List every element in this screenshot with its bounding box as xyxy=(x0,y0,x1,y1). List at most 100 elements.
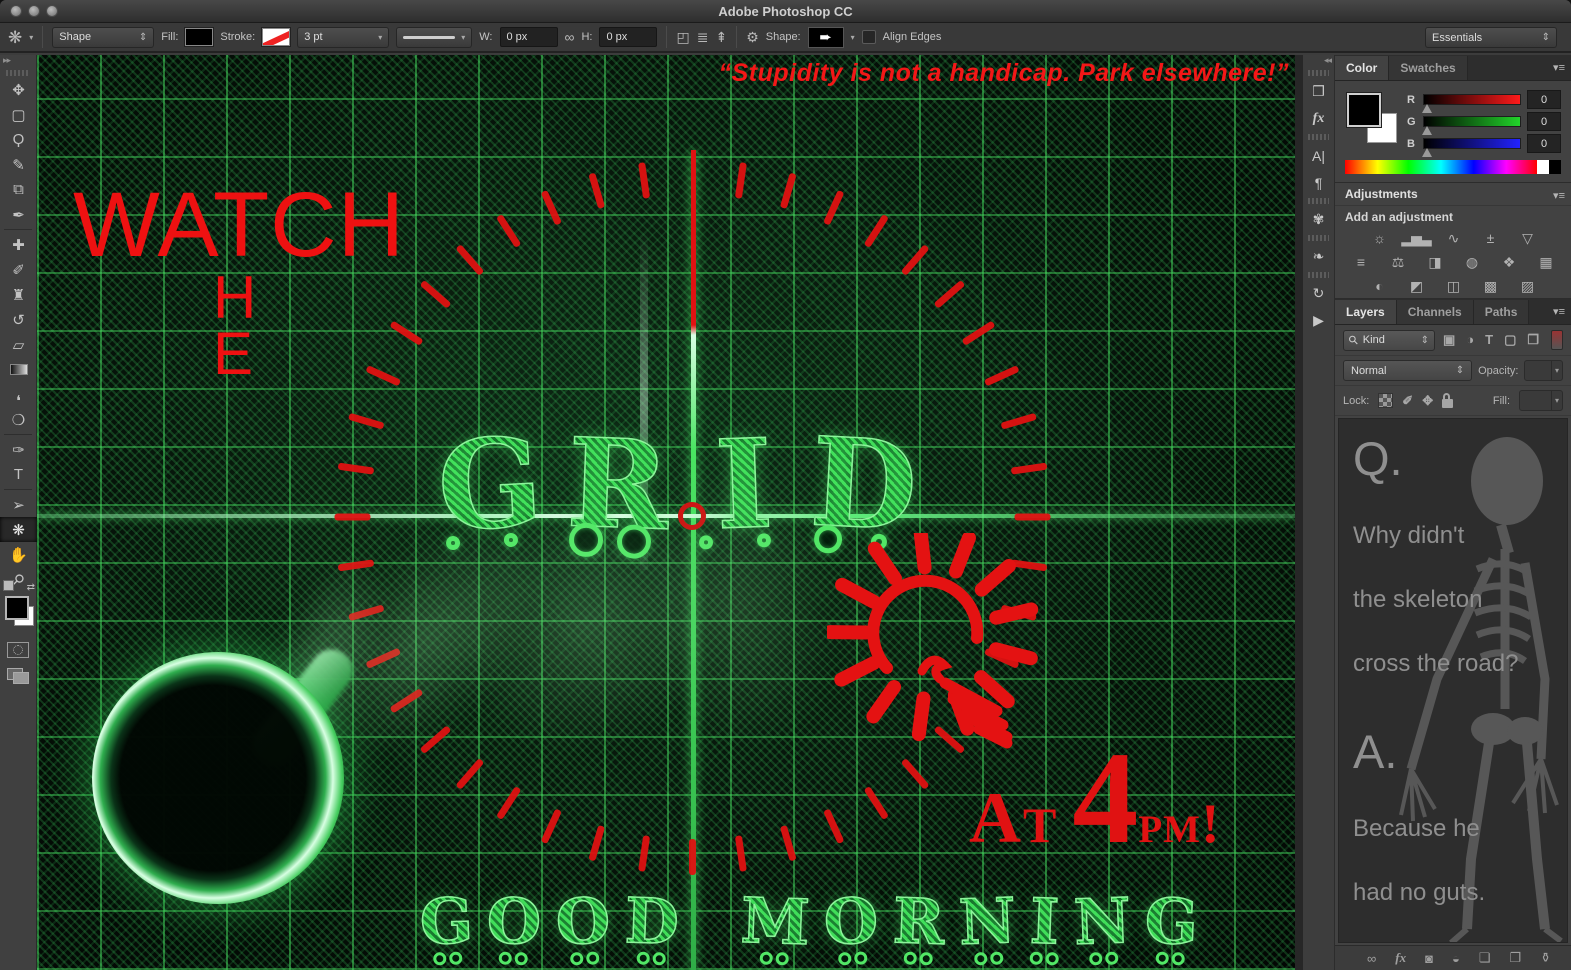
tab-layers[interactable]: Layers xyxy=(1335,300,1397,324)
tab-swatches[interactable]: Swatches xyxy=(1389,56,1468,80)
height-input[interactable]: 0 px xyxy=(599,27,658,47)
panel-menu-icon[interactable]: ▾≡ xyxy=(1553,61,1565,74)
properties-panel-icon[interactable]: ❒ xyxy=(1303,78,1334,105)
clone-stamp-tool[interactable]: ♜ xyxy=(0,282,37,307)
close-window-icon[interactable] xyxy=(10,5,22,17)
expand-panels-icon[interactable]: ◂◂ xyxy=(1303,55,1334,68)
panel-grip[interactable] xyxy=(1308,198,1329,204)
brush-panel-icon[interactable]: ✾ xyxy=(1303,206,1334,233)
color-spectrum-ramp[interactable] xyxy=(1345,160,1561,174)
channel-slider[interactable] xyxy=(1422,138,1521,157)
canvas[interactable]: G RI D “Stupidity is not a handicap. Park … xyxy=(37,55,1295,970)
color-balance-icon[interactable]: ⚖ xyxy=(1386,253,1410,271)
width-input[interactable]: 0 px xyxy=(499,27,558,47)
foreground-color-swatch[interactable] xyxy=(1347,93,1381,127)
channel-value[interactable]: 0 xyxy=(1527,90,1561,109)
channel-value[interactable]: 0 xyxy=(1527,112,1561,131)
filter-shape-layers-icon[interactable]: ▢ xyxy=(1504,332,1516,348)
quick-mask-button[interactable] xyxy=(7,642,29,658)
channel-slider[interactable] xyxy=(1422,116,1521,135)
invert-icon[interactable]: ◐ xyxy=(1367,277,1391,295)
delete-layer-icon[interactable]: ⚱ xyxy=(1540,950,1551,966)
stroke-style-select[interactable]: ▾ xyxy=(396,26,473,48)
layer-filter-toggle[interactable] xyxy=(1551,330,1563,350)
channel-mixer-icon[interactable]: ❖ xyxy=(1497,253,1521,271)
panel-grip[interactable] xyxy=(1308,134,1329,140)
channel-value[interactable]: 0 xyxy=(1527,134,1561,153)
gradient-map-icon[interactable]: ▩ xyxy=(1478,277,1502,295)
panel-menu-icon[interactable]: ▾≡ xyxy=(1553,189,1565,202)
tool-mode-select[interactable]: Shape ⇕ xyxy=(52,26,155,48)
lock-image-icon[interactable]: ✐ xyxy=(1402,393,1413,409)
blend-mode-select[interactable]: Normal ⇕ xyxy=(1343,360,1473,381)
channel-slider[interactable] xyxy=(1422,94,1521,113)
actions-panel-icon[interactable]: ▶ xyxy=(1303,307,1334,334)
hue-saturation-icon[interactable]: ≡ xyxy=(1349,253,1373,271)
fill-swatch[interactable] xyxy=(185,28,214,46)
rectangular-marquee-tool[interactable]: ▢ xyxy=(0,102,37,127)
pen-tool[interactable]: ✑ xyxy=(0,437,37,462)
shape-picker[interactable]: ➨ xyxy=(807,26,844,48)
adjustment-layer-icon[interactable]: ◒ xyxy=(1452,951,1460,966)
slider-thumb-icon[interactable] xyxy=(1422,104,1432,113)
history-brush-tool[interactable]: ↺ xyxy=(0,307,37,332)
blur-tool[interactable]: ❜ xyxy=(0,382,37,407)
layer-filter-kind-select[interactable]: ⚲ Kind ⇕ xyxy=(1343,329,1435,351)
filter-adjustment-layers-icon[interactable]: ◑ xyxy=(1466,332,1474,348)
clone-source-panel-icon[interactable]: ❧ xyxy=(1303,243,1334,270)
minimize-window-icon[interactable] xyxy=(28,5,40,17)
tab-paths[interactable]: Paths xyxy=(1473,300,1530,324)
slider-thumb-icon[interactable] xyxy=(1422,148,1432,157)
zoom-window-icon[interactable] xyxy=(46,5,58,17)
move-tool[interactable]: ✥ xyxy=(0,77,37,102)
new-group-icon[interactable]: ❏ xyxy=(1479,950,1491,966)
path-alignment-icon[interactable]: ≣ xyxy=(697,30,709,44)
color-lookup-icon[interactable]: ▦ xyxy=(1534,253,1558,271)
opacity-input[interactable]: ▾ xyxy=(1524,360,1563,381)
fill-input[interactable]: ▾ xyxy=(1519,390,1563,411)
lock-transparency-icon[interactable] xyxy=(1378,393,1394,408)
workspace-select[interactable]: Essentials ⇕ xyxy=(1425,27,1557,48)
character-panel-icon[interactable]: A| xyxy=(1303,142,1334,169)
stroke-swatch[interactable] xyxy=(262,28,291,46)
panel-grip[interactable] xyxy=(6,70,30,76)
swap-colors-icon[interactable]: ⇄ xyxy=(27,582,35,593)
type-tool[interactable]: T xyxy=(0,462,37,487)
tool-preset-arrow-icon[interactable]: ▾ xyxy=(29,33,33,42)
tool-preset-icon[interactable]: ❋ xyxy=(8,29,22,46)
lock-all-icon[interactable] xyxy=(1442,392,1454,408)
screen-mode-button[interactable] xyxy=(7,668,29,684)
quick-selection-tool[interactable]: ✎ xyxy=(0,152,37,177)
paragraph-panel-icon[interactable]: ¶ xyxy=(1303,169,1334,196)
stroke-width-select[interactable]: 3 pt ▾ xyxy=(297,26,390,48)
healing-brush-tool[interactable]: ✚ xyxy=(0,232,37,257)
slider-thumb-icon[interactable] xyxy=(1422,126,1432,135)
custom-shape-tool[interactable]: ❋ xyxy=(0,517,37,542)
eyedropper-tool[interactable]: ✒ xyxy=(0,202,37,227)
lock-position-icon[interactable]: ✥ xyxy=(1422,393,1433,409)
dodge-tool[interactable]: ❍ xyxy=(0,407,37,432)
layers-list-area[interactable]: Q. Why didn't the skeleton cross the road? A… xyxy=(1338,418,1568,943)
dock-divider[interactable] xyxy=(1295,55,1303,970)
gear-icon[interactable]: ⚙ xyxy=(746,30,759,44)
filter-pixel-layers-icon[interactable]: ▣ xyxy=(1443,332,1455,348)
history-panel-icon[interactable]: ↻ xyxy=(1303,280,1334,307)
curves-icon[interactable]: ∿ xyxy=(1441,229,1465,247)
new-layer-icon[interactable]: ❐ xyxy=(1510,950,1522,966)
filter-smart-objects-icon[interactable]: ❐ xyxy=(1527,332,1539,348)
vibrance-icon[interactable]: ▽ xyxy=(1515,229,1539,247)
brush-tool[interactable]: ✐ xyxy=(0,257,37,282)
threshold-icon[interactable]: ◫ xyxy=(1441,277,1465,295)
levels-icon[interactable]: ▂▅▃ xyxy=(1401,229,1431,247)
link-layers-icon[interactable]: ∞ xyxy=(1367,951,1376,966)
crop-tool[interactable]: ⧉ xyxy=(0,177,37,202)
shape-picker-arrow-icon[interactable]: ▾ xyxy=(851,33,855,42)
photo-filter-icon[interactable]: ◍ xyxy=(1460,253,1484,271)
path-selection-tool[interactable]: ➢ xyxy=(0,492,37,517)
panel-grip[interactable] xyxy=(1308,70,1329,76)
eraser-tool[interactable]: ▱ xyxy=(0,332,37,357)
path-arrangement-icon[interactable]: ⇞ xyxy=(715,30,727,44)
filter-type-layers-icon[interactable]: T xyxy=(1485,332,1493,348)
align-edges-checkbox[interactable] xyxy=(861,30,876,44)
black-white-icon[interactable]: ◨ xyxy=(1423,253,1447,271)
